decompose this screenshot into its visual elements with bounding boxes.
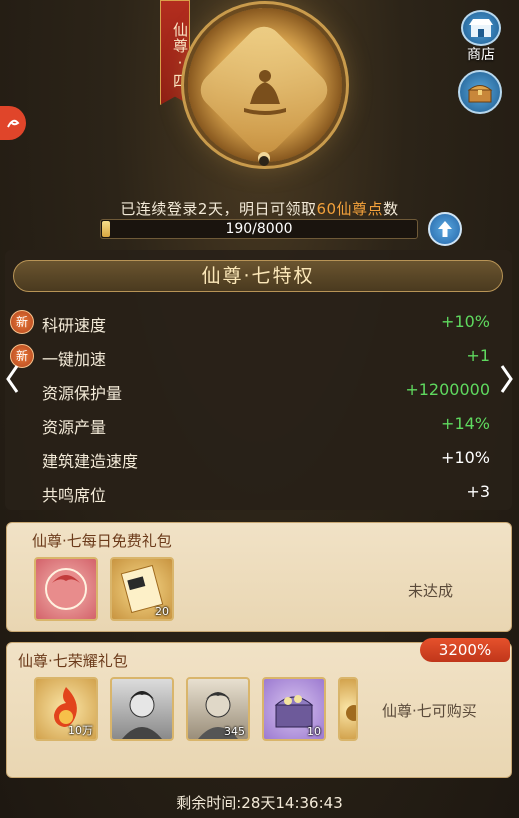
swirl-icon (7, 119, 20, 128)
treasure-chest-button[interactable] (458, 70, 502, 114)
honor-item-5[interactable] (338, 677, 358, 741)
item-count: 345 (224, 725, 245, 738)
arrow-up-icon (438, 221, 452, 237)
avatar-frame-icon (45, 568, 87, 610)
chevron-right-icon (500, 365, 513, 393)
item-count: 20 (155, 605, 169, 618)
honor-item-4[interactable]: 10 (262, 677, 326, 741)
privilege-value: +1 (466, 346, 490, 365)
privilege-title: 仙尊·七特权 (13, 260, 503, 292)
meditating-figure-icon (234, 60, 296, 122)
privilege-row: 新 科研速度 +10% (10, 308, 490, 336)
login-prefix: 已连续登录2天，明日可领取 (120, 200, 317, 218)
next-rank-arrow[interactable] (497, 362, 517, 396)
shop-label: 商店 (467, 47, 495, 63)
login-highlight: 60仙尊点 (316, 200, 384, 218)
discount-badge: 3200% (420, 638, 510, 662)
privilege-value: +10% (441, 448, 490, 467)
honor-pack-status: 仙尊·七可购买 (382, 702, 477, 720)
treasure-chest-icon (467, 85, 493, 103)
privilege-row: 共鸣席位 +3 (10, 478, 490, 506)
prev-rank-arrow[interactable] (2, 362, 22, 396)
honor-pack-title: 仙尊·七荣耀礼包 (18, 652, 128, 670)
privilege-value: +1200000 (405, 380, 490, 399)
item-count: 10万 (68, 724, 93, 737)
privilege-row: 资源产量 +14% (10, 410, 490, 438)
daily-pack-status: 未达成 (408, 582, 454, 600)
new-badge: 新 (10, 310, 34, 334)
privilege-label: 一键加速 (42, 350, 107, 369)
partial-item-icon (346, 705, 356, 721)
privilege-value: +3 (466, 482, 490, 501)
privilege-label: 资源产量 (42, 418, 107, 437)
honor-item-3[interactable]: 345 (186, 677, 250, 741)
progress-text: 190/8000 (225, 221, 293, 237)
rank-progress-bar: 190/8000 (100, 219, 418, 239)
shop-button[interactable]: 商店 (458, 10, 504, 64)
rank-badge: 仙尊·四 (160, 0, 190, 105)
privilege-row: 建筑建造速度 +10% (10, 444, 490, 472)
privilege-label: 共鸣席位 (42, 486, 107, 505)
login-suffix: 数 (383, 200, 399, 218)
hero-portrait-icon (122, 691, 162, 739)
honor-item-2[interactable] (110, 677, 174, 741)
privilege-label: 科研速度 (42, 316, 107, 335)
privilege-row: 资源保护量 +1200000 (10, 376, 490, 404)
upgrade-button[interactable] (428, 212, 462, 246)
privilege-value: +14% (441, 414, 490, 433)
item-count: 10 (307, 725, 321, 738)
privilege-label: 建筑建造速度 (42, 452, 139, 471)
privilege-value: +10% (441, 312, 490, 331)
daily-pack-title: 仙尊·七每日免费礼包 (32, 532, 172, 550)
honor-item-1[interactable]: 10万 (34, 677, 98, 741)
crescent-moon-small-icon (258, 152, 270, 166)
chevron-left-icon (6, 365, 19, 393)
shop-icon (461, 10, 501, 46)
daily-item-2[interactable]: 20 (110, 557, 174, 621)
remaining-time: 剩余时间:28天14:36:43 (176, 794, 343, 812)
privilege-row: 新 一键加速 +1 (10, 342, 490, 370)
privilege-label: 资源保护量 (42, 384, 123, 403)
daily-item-1[interactable] (34, 557, 98, 621)
